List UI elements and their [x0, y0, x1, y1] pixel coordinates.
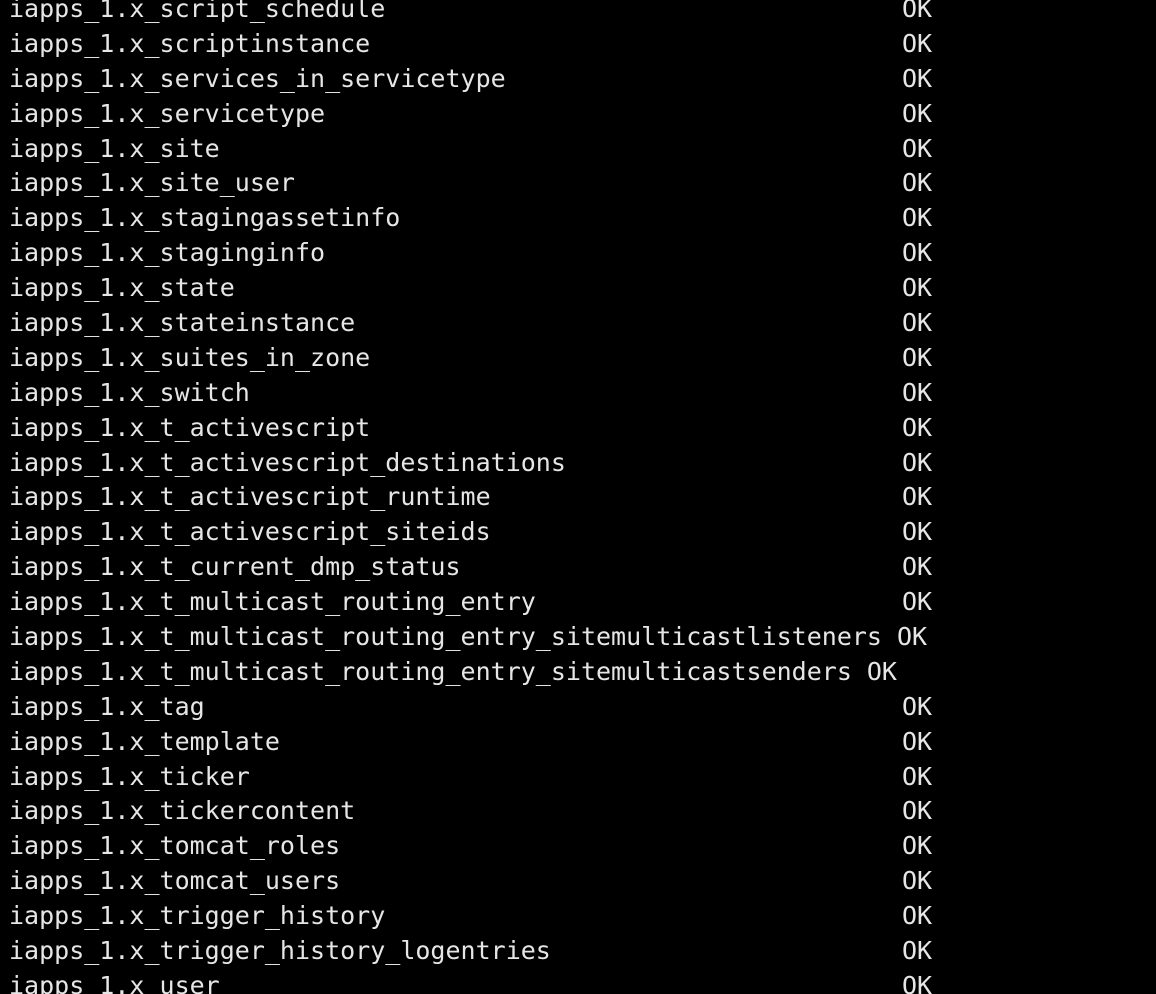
terminal-line: iapps_1.x_template OK [9, 725, 932, 760]
table-name: iapps_1.x_tomcat_users [9, 866, 341, 896]
status-text: OK [902, 447, 933, 477]
terminal-line: iapps_1.x_site OK [9, 132, 932, 167]
terminal-line: iapps_1.x_ticker OK [9, 760, 932, 795]
table-name: iapps_1.x_tickercontent [9, 796, 356, 826]
table-name: iapps_1.x_site [9, 133, 220, 163]
table-name: iapps_1.x_t_current_dmp_status [9, 552, 461, 582]
terminal-line: iapps_1.x_t_activescript_siteids OK [9, 515, 932, 550]
table-name: iapps_1.x_t_activescript_siteids [9, 517, 491, 547]
status-text: OK [902, 28, 933, 58]
table-name: iapps_1.x_staginginfo [9, 238, 326, 268]
status-text: OK [902, 517, 933, 547]
table-name: iapps_1.x_t_multicast_routing_entry [9, 587, 536, 617]
status-text: OK [902, 936, 933, 966]
terminal-line: iapps_1.x_t_multicast_routing_entry_site… [9, 655, 927, 690]
status-text: OK [902, 482, 933, 512]
status-text: OK [902, 342, 933, 372]
table-name: iapps_1.x_stateinstance [9, 308, 356, 338]
table-name: iapps_1.x_t_activescript_destinations [9, 447, 566, 477]
status-text: OK [902, 63, 933, 93]
terminal-line: iapps_1.x_tomcat_users OK [9, 864, 932, 899]
terminal-line: iapps_1.x_t_current_dmp_status OK [9, 550, 932, 585]
terminal-line: iapps_1.x_tag OK [9, 690, 932, 725]
terminal-line: iapps_1.x_staginginfo OK [9, 236, 932, 271]
terminal-line: iapps_1.x_site_user OK [9, 166, 932, 201]
terminal-line: iapps_1.x_suites_in_zone OK [9, 341, 932, 376]
terminal-line: iapps_1.x_state OK [9, 271, 932, 306]
table-name: iapps_1.x_suites_in_zone [9, 342, 371, 372]
status-text: OK [902, 866, 933, 896]
table-name: iapps_1.x_state [9, 273, 235, 303]
status-text: OK [896, 622, 928, 652]
terminal-line: iapps_1.x_stateinstance OK [9, 306, 932, 341]
terminal-line: iapps_1.x_user OK [9, 969, 932, 994]
status-text: OK [902, 98, 933, 128]
terminal-line: iapps_1.x_t_multicast_routing_entry OK [9, 585, 932, 620]
terminal-line: iapps_1.x_switch OK [9, 376, 932, 411]
table-name: iapps_1.x_switch [9, 377, 250, 407]
table-name: iapps_1.x_ticker [9, 761, 250, 791]
terminal-line: iapps_1.x_script_schedule OK [9, 0, 932, 27]
terminal-line: iapps_1.x_stagingassetinfo OK [9, 201, 932, 236]
status-text: OK [902, 587, 933, 617]
status-text: OK [866, 656, 897, 686]
terminal-line: iapps_1.x_t_multicast_routing_entry_site… [9, 620, 927, 655]
terminal-output: iapps_1.x_script_schedule OK iapps_1.x_scr… [9, 0, 932, 994]
terminal-line: iapps_1.x_tickercontent OK [9, 794, 932, 829]
status-text: OK [902, 168, 933, 198]
table-name: iapps_1.x_template [9, 726, 280, 756]
table-name: iapps_1.x_trigger_history_logentries [9, 936, 551, 966]
status-text: OK [902, 831, 933, 861]
table-name: iapps_1.x_user [9, 970, 220, 994]
status-text: OK [902, 238, 933, 268]
table-name: iapps_1.x_t_multicast_routing_entry_site… [9, 622, 882, 652]
table-name: iapps_1.x_stagingassetinfo [9, 203, 401, 233]
status-text: OK [902, 691, 933, 721]
status-text: OK [902, 308, 933, 338]
terminal-line: iapps_1.x_t_activescript_destinations OK [9, 446, 932, 481]
status-text: OK [902, 133, 933, 163]
table-name: iapps_1.x_t_multicast_routing_entry_site… [9, 656, 852, 686]
status-text: OK [902, 0, 933, 23]
status-text: OK [902, 970, 933, 994]
table-name: iapps_1.x_tag [9, 691, 205, 721]
status-text: OK [902, 901, 933, 931]
terminal-line: iapps_1.x_trigger_history_logentries OK [9, 934, 932, 969]
terminal-line: iapps_1.x_services_in_servicetype OK [9, 62, 932, 97]
table-name: iapps_1.x_t_activescript [9, 412, 371, 442]
terminal-line: iapps_1.x_t_activescript_runtime OK [9, 480, 932, 515]
table-name: iapps_1.x_site_user [9, 168, 295, 198]
terminal-window[interactable]: iapps_1.x_script_schedule OK iapps_1.x_scr… [0, 0, 1156, 994]
table-name: iapps_1.x_servicetype [9, 98, 326, 128]
status-text: OK [902, 796, 933, 826]
status-text: OK [902, 412, 933, 442]
status-text: OK [902, 726, 933, 756]
status-text: OK [902, 273, 933, 303]
table-name: iapps_1.x_services_in_servicetype [9, 63, 506, 93]
table-name: iapps_1.x_script_schedule [9, 0, 386, 23]
terminal-line: iapps_1.x_tomcat_roles OK [9, 829, 932, 864]
terminal-line: iapps_1.x_scriptinstance OK [9, 27, 932, 62]
status-text: OK [902, 761, 933, 791]
table-name: iapps_1.x_t_activescript_runtime [9, 482, 491, 512]
terminal-line: iapps_1.x_t_activescript OK [9, 411, 932, 446]
terminal-line: iapps_1.x_trigger_history OK [9, 899, 932, 934]
table-name: iapps_1.x_scriptinstance [9, 28, 371, 58]
status-text: OK [902, 203, 933, 233]
terminal-line: iapps_1.x_servicetype OK [9, 97, 932, 132]
status-text: OK [902, 552, 933, 582]
table-name: iapps_1.x_trigger_history [9, 901, 386, 931]
table-name: iapps_1.x_tomcat_roles [9, 831, 341, 861]
status-text: OK [902, 377, 933, 407]
